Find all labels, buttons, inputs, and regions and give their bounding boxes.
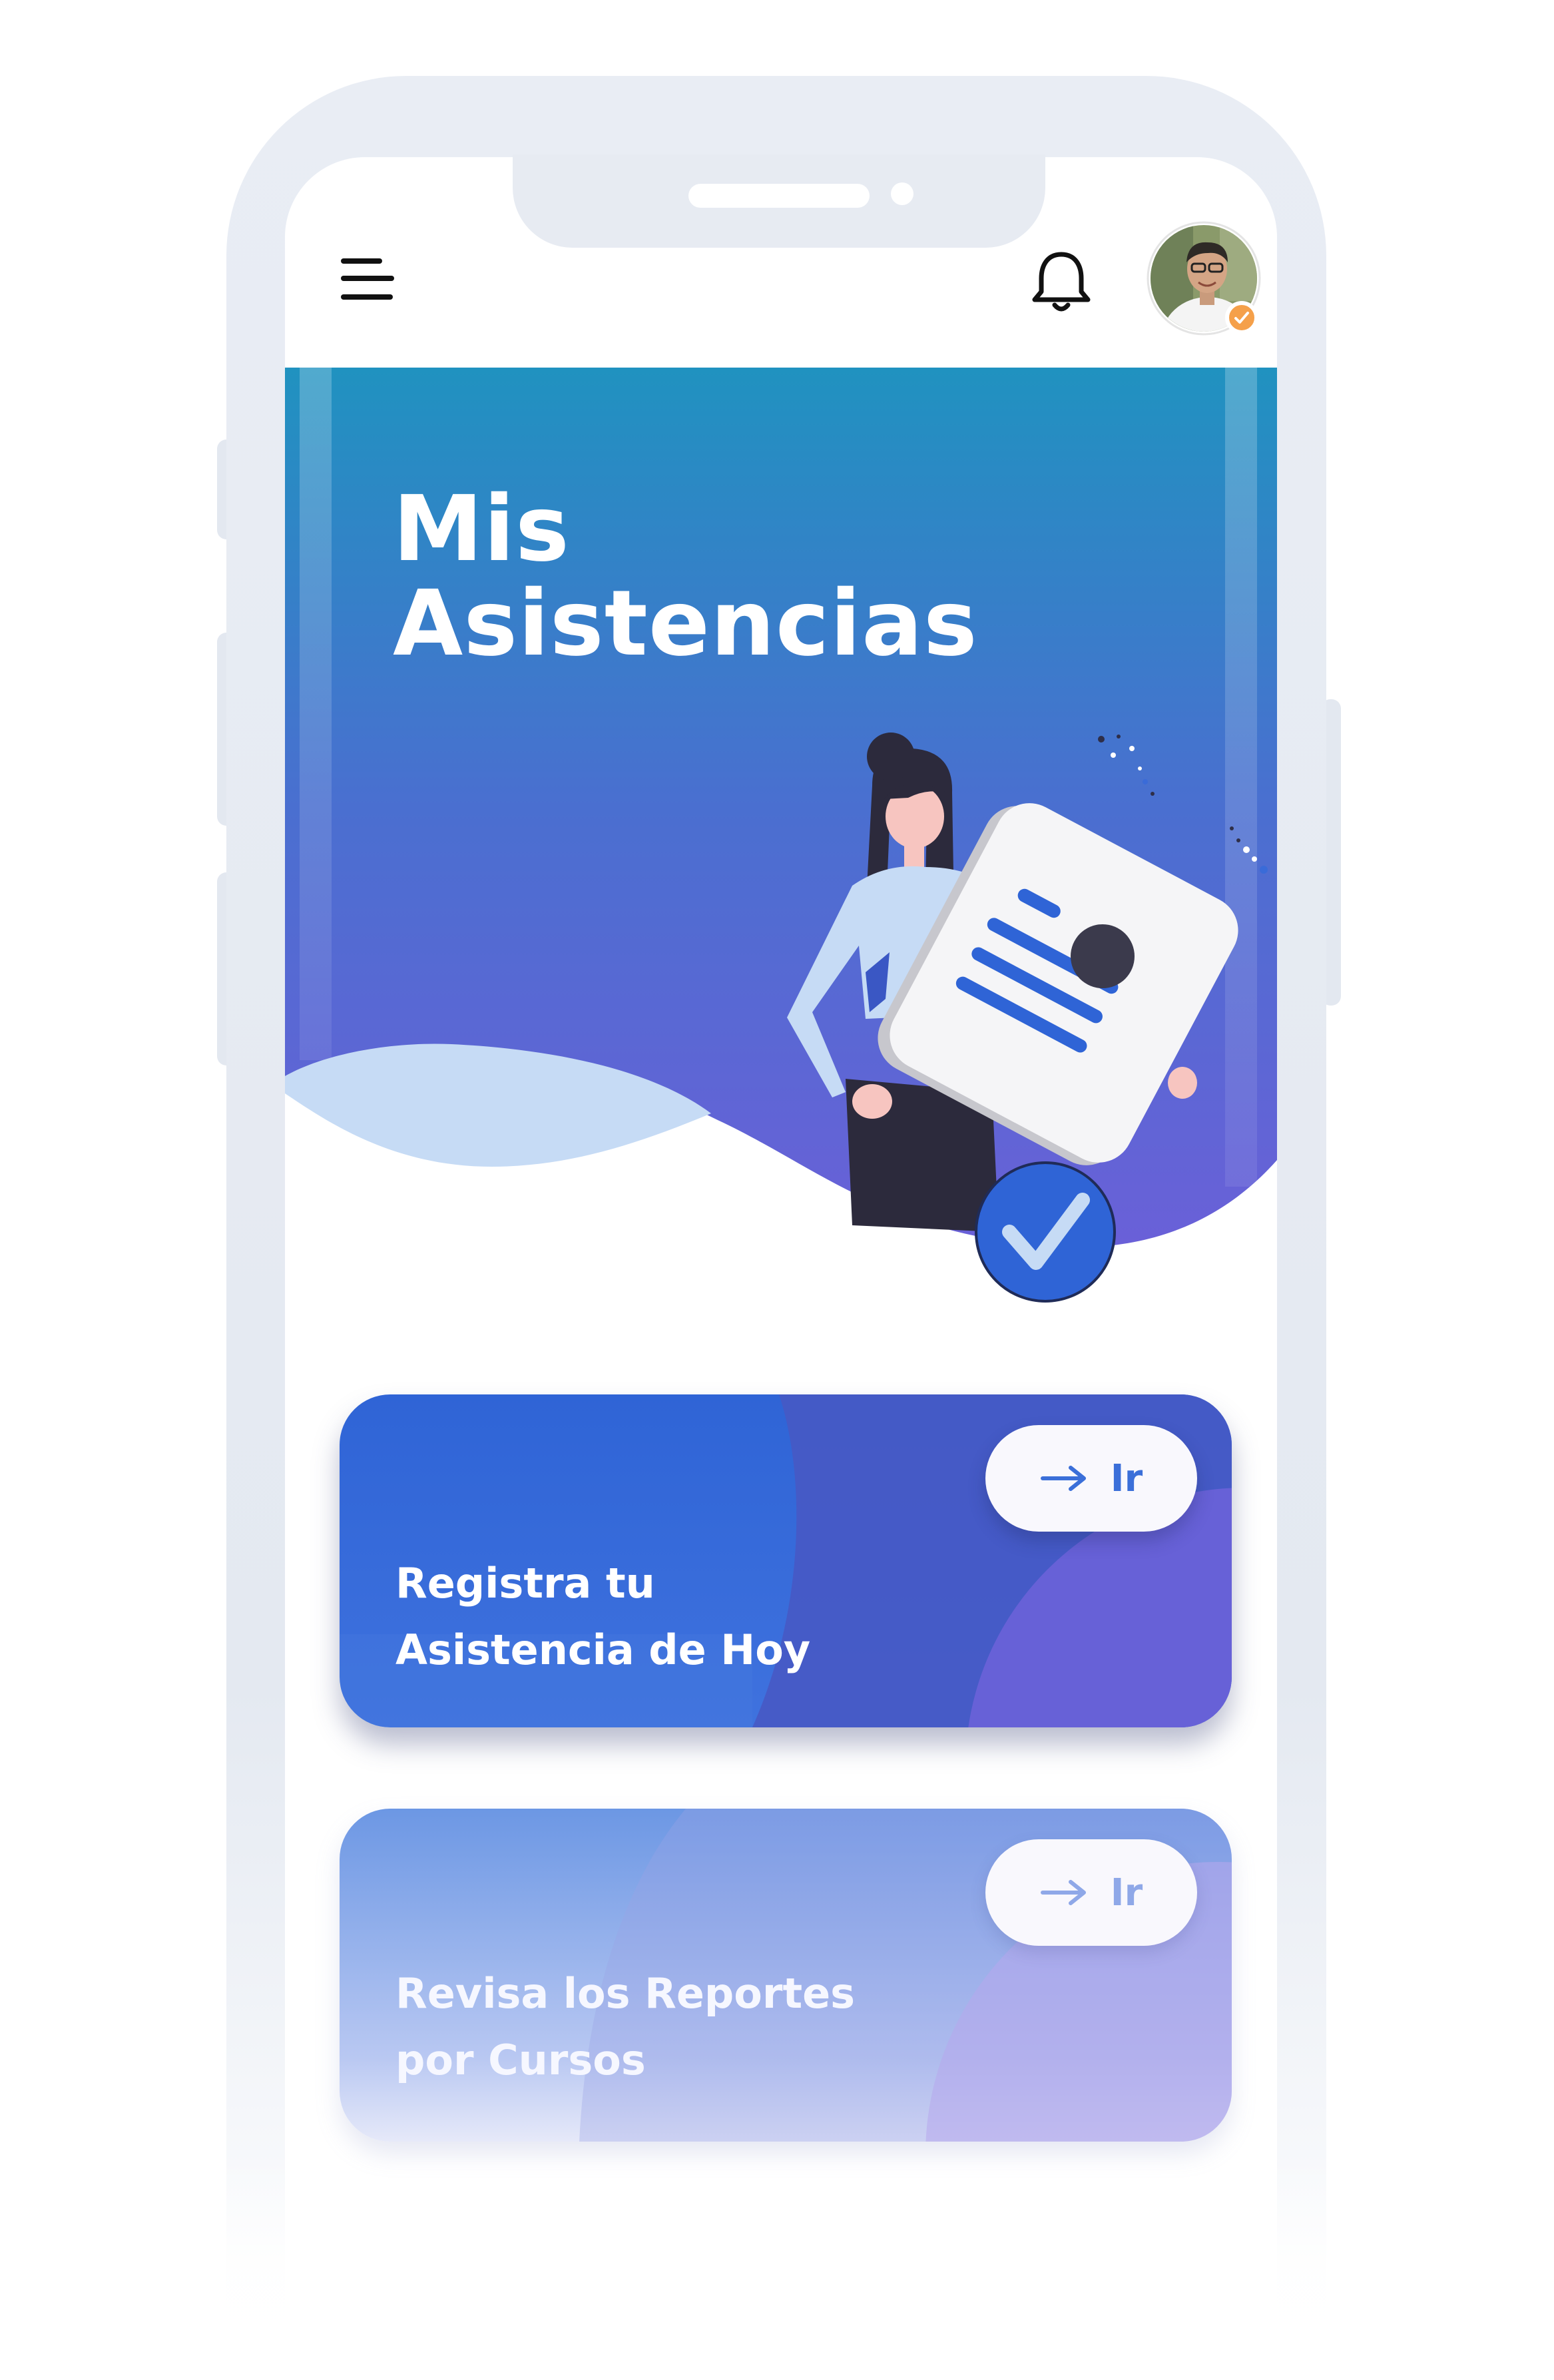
- bottom-fade-overlay: [0, 2158, 1554, 2375]
- register-attendance-line2: Asistencia de Hoy: [395, 1626, 811, 1674]
- woman-holding-document-illustration: [772, 719, 1278, 1319]
- page-title: Mis Asistencias: [393, 482, 992, 671]
- course-reports-label: Revisa los Reportes por Cursos: [395, 1960, 855, 2094]
- course-reports-card[interactable]: Revisa los Reportes por Cursos Ir: [340, 1809, 1232, 2142]
- page-title-line2: Asistencias: [393, 571, 978, 677]
- bell-icon[interactable]: [1029, 248, 1093, 317]
- register-attendance-card[interactable]: Registra tu Asistencia de Hoy Ir: [340, 1394, 1232, 1727]
- page-title-line1: Mis: [393, 477, 570, 582]
- arrow-right-icon: [1040, 1466, 1086, 1491]
- go-button-register[interactable]: Ir: [985, 1425, 1197, 1532]
- phone-camera: [891, 182, 913, 205]
- go-button-reports[interactable]: Ir: [985, 1839, 1197, 1946]
- register-attendance-line1: Registra tu: [395, 1559, 655, 1608]
- arrow-right-icon: [1040, 1880, 1086, 1905]
- go-button-label: Ir: [1110, 1456, 1143, 1500]
- verified-check-badge-icon: [1225, 301, 1258, 334]
- go-button-label: Ir: [1110, 1871, 1143, 1915]
- phone-speaker: [688, 184, 870, 208]
- course-reports-line2: por Cursos: [395, 2036, 646, 2084]
- course-reports-line1: Revisa los Reportes: [395, 1969, 856, 2018]
- register-attendance-label: Registra tu Asistencia de Hoy: [395, 1550, 810, 1683]
- menu-icon[interactable]: [338, 253, 395, 304]
